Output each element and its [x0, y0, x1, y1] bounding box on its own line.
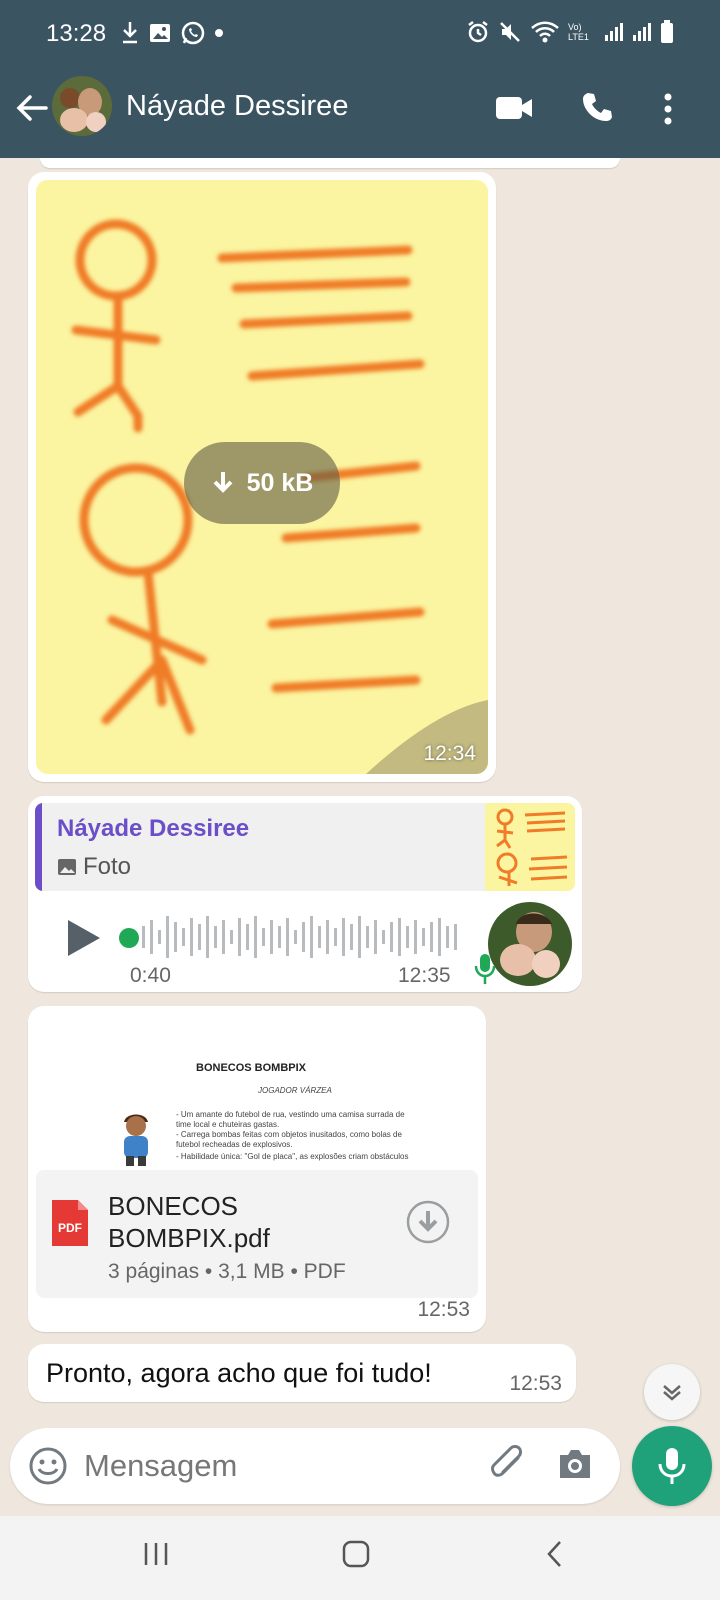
- top-bar: 13:28 Vo) LTE1 Náyade Dessiree: [0, 0, 720, 158]
- message-input[interactable]: [84, 1442, 464, 1490]
- attach-icon[interactable]: [488, 1444, 530, 1486]
- voice-message-bubble[interactable]: Náyade Dessiree Foto 0:40 12:35: [28, 796, 582, 992]
- doc-preview-line: - Um amante do futebol de rua, vestindo …: [176, 1110, 405, 1119]
- signal-strength-2-icon: [633, 23, 651, 41]
- image-download-button[interactable]: 50 kB: [184, 442, 340, 524]
- notification-icons: [120, 20, 224, 46]
- gallery-notification-icon: [150, 24, 170, 42]
- download-notification-icon: [123, 22, 137, 44]
- lte-label: Vo) LTE1: [568, 22, 589, 42]
- document-download-icon[interactable]: [406, 1200, 450, 1244]
- document-meta: 3 páginas • 3,1 MB • PDF: [108, 1260, 346, 1283]
- text-timestamp: 12:53: [509, 1372, 562, 1395]
- photo-icon: [58, 859, 76, 875]
- quoted-author: Náyade Dessiree: [57, 815, 250, 842]
- system-navigation-bar: [0, 1516, 720, 1600]
- pdf-label: PDF: [58, 1221, 82, 1235]
- quote-accent-bar: [35, 803, 42, 891]
- image-size-label: 50 kB: [246, 468, 314, 497]
- contact-photo: [52, 76, 112, 136]
- sender-photo: [488, 902, 572, 986]
- document-file-name: BONECOS BOMBPIX.pdf: [108, 1191, 270, 1253]
- system-icons: Vo) LTE1: [466, 20, 674, 44]
- document-file-card[interactable]: PDF BONECOS BOMBPIX.pdf 3 páginas • 3,1 …: [36, 1170, 478, 1298]
- message-composer: [10, 1428, 620, 1504]
- wifi-icon: [531, 21, 559, 43]
- image-message-bubble[interactable]: 50 kB 12:34: [28, 172, 496, 782]
- doc-preview-subtitle: JOGADOR VÁRZEA: [258, 1086, 332, 1095]
- mute-icon: [500, 22, 520, 42]
- double-chevron-down-icon: [663, 1385, 681, 1401]
- image-preview[interactable]: 50 kB 12:34: [36, 180, 488, 774]
- text-message-bubble[interactable]: Pronto, agora acho que foi tudo! 12:53: [28, 1344, 576, 1402]
- image-timestamp: 12:34: [423, 742, 476, 765]
- whatsapp-notification-icon: [181, 21, 205, 45]
- document-message-bubble[interactable]: BONECOS BOMBPIX JOGADOR VÁRZEA - Um aman…: [28, 1006, 486, 1332]
- message-text: Pronto, agora acho que foi tudo!: [46, 1358, 432, 1388]
- doc-preview-line: futebol recheadas de explosivos.: [176, 1140, 293, 1149]
- status-time: 13:28: [46, 20, 107, 47]
- voice-sender-avatar: [488, 902, 572, 986]
- quoted-type: Foto: [57, 853, 131, 881]
- back-nav-icon[interactable]: [540, 1538, 572, 1570]
- quoted-image-thumbnail: [485, 803, 575, 891]
- pdf-file-icon: PDF: [52, 1200, 88, 1246]
- document-preview[interactable]: BONECOS BOMBPIX JOGADOR VÁRZEA - Um aman…: [36, 1014, 478, 1170]
- quoted-type-label: Foto: [83, 853, 132, 880]
- chat-header: Náyade Dessiree: [0, 70, 720, 158]
- more-notifications-dot-icon: [215, 29, 223, 37]
- contact-name[interactable]: Náyade Dessiree: [126, 90, 348, 123]
- download-arrow-icon: [213, 472, 233, 493]
- doc-preview-title: BONECOS BOMBPIX: [196, 1062, 307, 1074]
- quoted-message[interactable]: Náyade Dessiree Foto: [35, 803, 575, 891]
- contact-avatar[interactable]: [52, 76, 112, 136]
- voice-note-mic-icon: [474, 954, 496, 984]
- playback-position-dot[interactable]: [119, 928, 139, 948]
- chat-area[interactable]: 50 kB 12:34 Náyade Dessiree Foto 0:40 12…: [0, 158, 720, 1428]
- alarm-icon: [468, 21, 488, 43]
- document-timestamp: 12:53: [417, 1298, 470, 1321]
- microphone-icon: [658, 1448, 686, 1484]
- camera-icon[interactable]: [556, 1446, 594, 1482]
- record-voice-button[interactable]: [632, 1426, 712, 1506]
- video-call-icon[interactable]: [494, 94, 534, 122]
- audio-waveform[interactable]: [138, 912, 468, 962]
- doc-preview-line: time local e chuteiras gastas.: [176, 1120, 280, 1129]
- voice-call-icon[interactable]: [580, 90, 614, 124]
- scroll-to-bottom-button[interactable]: [644, 1364, 700, 1420]
- play-icon[interactable]: [64, 916, 104, 960]
- voice-timestamp: 12:35: [398, 964, 451, 987]
- doc-preview-line: - Carrega bombas feitas com objetos inus…: [176, 1130, 402, 1139]
- previous-message-bubble: [40, 158, 620, 168]
- doc-preview-line: - Habilidade única: "Gol de placa", as e…: [176, 1152, 409, 1161]
- back-arrow-icon[interactable]: [12, 88, 52, 128]
- doc-preview-figure: [124, 1114, 148, 1166]
- home-icon[interactable]: [340, 1538, 372, 1570]
- voice-duration: 0:40: [130, 964, 171, 987]
- recent-apps-icon[interactable]: [140, 1538, 172, 1570]
- status-bar: 13:28 Vo) LTE1: [0, 0, 720, 70]
- signal-strength-1-icon: [605, 23, 623, 41]
- more-options-icon[interactable]: [660, 92, 676, 126]
- emoji-icon[interactable]: [28, 1446, 68, 1486]
- battery-icon: [661, 20, 673, 43]
